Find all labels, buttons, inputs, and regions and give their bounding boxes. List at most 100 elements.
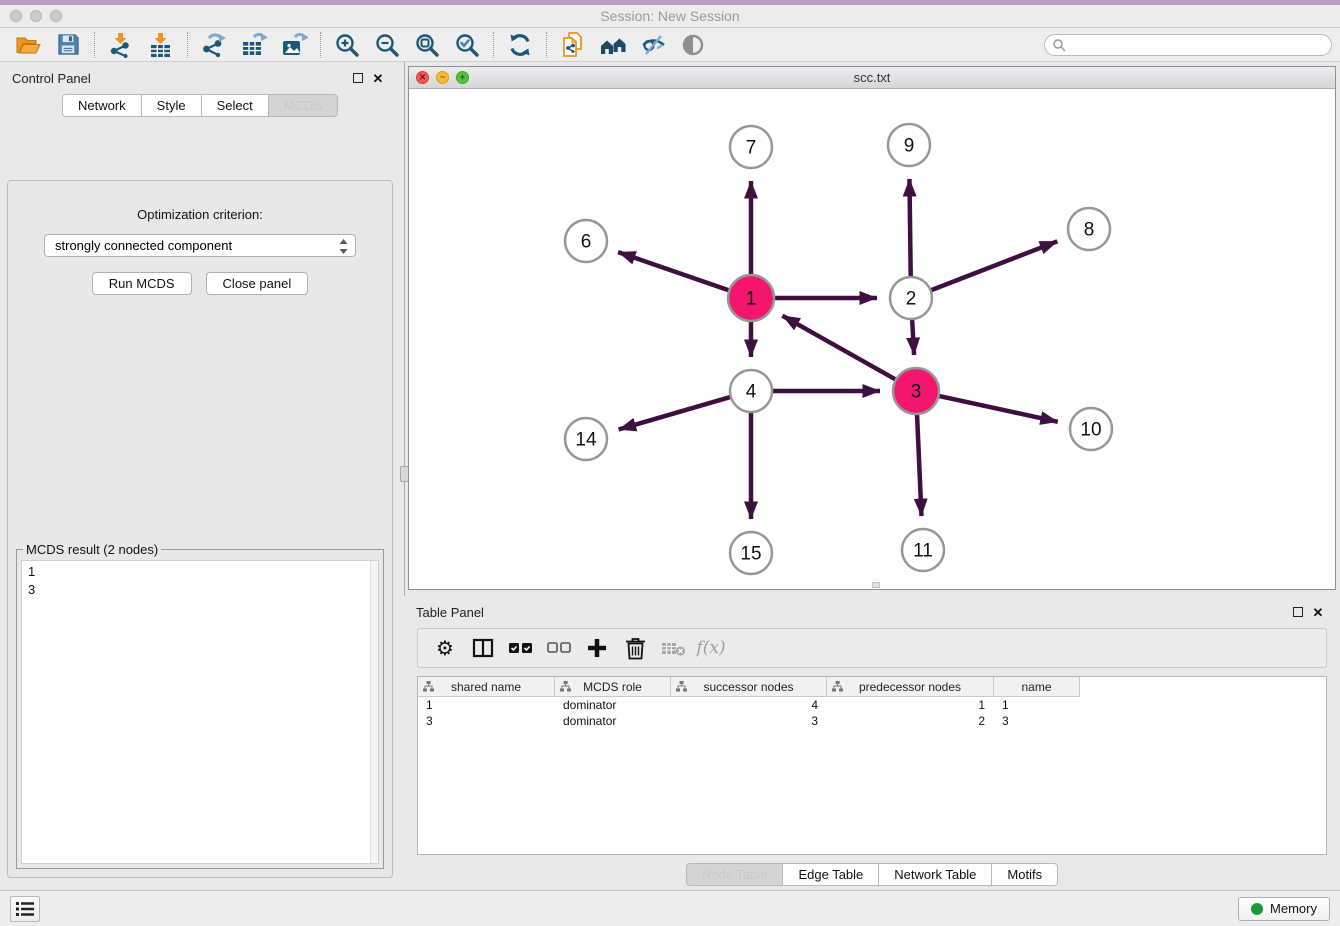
graph-node-label-3: 3: [911, 382, 922, 403]
import-network-button[interactable]: [101, 30, 141, 60]
column-header-shared-name[interactable]: shared name: [418, 677, 555, 696]
graph-node-label-7: 7: [746, 138, 757, 159]
search-input[interactable]: [1066, 38, 1324, 52]
zoom-in-icon: [334, 32, 360, 58]
memory-button[interactable]: Memory: [1238, 897, 1330, 921]
import-table-button[interactable]: [141, 30, 181, 60]
open-folder-icon: [15, 32, 41, 58]
open-session-button[interactable]: [8, 30, 48, 60]
table-settings-button[interactable]: ⚙: [428, 632, 462, 664]
cell-mcds-role[interactable]: dominator: [555, 698, 671, 712]
float-table-panel-button[interactable]: [1288, 603, 1308, 621]
node-table[interactable]: shared name MCDS role successor nodes pr…: [417, 676, 1327, 855]
zoom-out-button[interactable]: [367, 30, 407, 60]
cell-name[interactable]: 1: [994, 698, 1080, 712]
graph-edge-2-8[interactable]: [929, 241, 1058, 291]
gear-icon: ⚙: [436, 638, 454, 658]
mcds-result-text[interactable]: 1 3: [21, 560, 379, 864]
tab-style[interactable]: Style: [141, 94, 201, 117]
tab-network-table[interactable]: Network Table: [878, 863, 991, 886]
column-header-predecessor-nodes[interactable]: predecessor nodes: [827, 677, 994, 696]
refresh-layout-button[interactable]: [500, 30, 540, 60]
export-network-button[interactable]: [194, 30, 234, 60]
graph-edge-3-1[interactable]: [782, 316, 897, 381]
show-graphics-details-button[interactable]: [673, 30, 713, 60]
export-table-button[interactable]: [234, 30, 274, 60]
maximize-view-button[interactable]: +: [456, 71, 469, 84]
zoom-selected-icon: [454, 32, 480, 58]
search-icon: [1052, 38, 1066, 52]
copy-network-button[interactable]: [553, 30, 593, 60]
canvas-resize-handle[interactable]: [872, 582, 880, 588]
table-row[interactable]: 1 dominator 4 1 1: [418, 697, 1326, 713]
graph-node-label-10: 10: [1080, 420, 1101, 441]
show-columns-button[interactable]: [466, 632, 500, 664]
criterion-dropdown[interactable]: strongly connected component: [44, 234, 356, 257]
column-header-name[interactable]: name: [994, 677, 1080, 696]
zoom-fit-button[interactable]: [407, 30, 447, 60]
close-panel-pushbutton[interactable]: Close panel: [206, 272, 309, 295]
network-window-controls: ✕ − +: [416, 71, 469, 84]
run-mcds-button[interactable]: Run MCDS: [92, 272, 192, 295]
export-table-icon: [241, 32, 268, 58]
zoom-selected-button[interactable]: [447, 30, 487, 60]
home-button[interactable]: [593, 30, 633, 60]
export-image-icon: [281, 32, 308, 58]
graph-edge-2-9[interactable]: [909, 179, 910, 279]
graph-node-label-15: 15: [740, 544, 761, 565]
close-panel-button[interactable]: ✕: [368, 69, 388, 87]
graph-edge-1-6[interactable]: [618, 252, 731, 291]
cell-successor-nodes[interactable]: 4: [671, 698, 827, 712]
network-graph[interactable]: 1234678910111415: [409, 89, 1335, 589]
control-panel: Control Panel ✕ Network Style Select MCD…: [0, 62, 400, 890]
close-icon: ✕: [1313, 606, 1324, 619]
cell-successor-nodes[interactable]: 3: [671, 714, 827, 728]
tab-mcds[interactable]: MCDS: [268, 94, 338, 117]
delete-row-button[interactable]: [618, 632, 652, 664]
zoom-fit-icon: [414, 32, 440, 58]
deselect-all-rows-button[interactable]: [542, 632, 576, 664]
scrollbar[interactable]: [370, 561, 378, 863]
cell-predecessor-nodes[interactable]: 1: [827, 698, 994, 712]
graph-node-label-14: 14: [575, 430, 597, 451]
memory-label: Memory: [1270, 901, 1317, 916]
add-row-button[interactable]: [580, 632, 614, 664]
select-all-icon: [509, 641, 533, 655]
delete-table-button[interactable]: [656, 632, 690, 664]
graph-edge-4-14[interactable]: [619, 396, 733, 429]
save-session-button[interactable]: [48, 30, 88, 60]
zoom-in-button[interactable]: [327, 30, 367, 60]
titlebar: Session: New Session: [0, 0, 1340, 28]
cell-shared-name[interactable]: 1: [418, 698, 555, 712]
close-view-button[interactable]: ✕: [416, 71, 429, 84]
tab-network[interactable]: Network: [62, 94, 141, 117]
apply-function-button[interactable]: f(x): [694, 632, 728, 664]
tab-select[interactable]: Select: [201, 94, 268, 117]
export-image-button[interactable]: [274, 30, 314, 60]
select-all-rows-button[interactable]: [504, 632, 538, 664]
close-table-panel-button[interactable]: ✕: [1308, 603, 1328, 621]
search-field[interactable]: [1044, 34, 1332, 56]
cell-predecessor-nodes[interactable]: 2: [827, 714, 994, 728]
cell-name[interactable]: 3: [994, 714, 1080, 728]
graph-edge-2-3[interactable]: [912, 317, 914, 355]
houses-icon: [599, 32, 627, 58]
toolbar-separator: [94, 32, 95, 58]
task-history-button[interactable]: [10, 896, 40, 922]
hide-graphics-details-button[interactable]: [633, 30, 673, 60]
copy-network-icon: [560, 31, 586, 58]
tab-node-table[interactable]: Node Table: [686, 863, 783, 886]
network-canvas[interactable]: 1234678910111415: [409, 89, 1335, 589]
column-header-successor-nodes[interactable]: successor nodes: [671, 677, 827, 696]
table-row[interactable]: 3 dominator 3 2 3: [418, 713, 1326, 729]
graph-edge-3-10[interactable]: [937, 395, 1058, 421]
cell-shared-name[interactable]: 3: [418, 714, 555, 728]
cell-mcds-role[interactable]: dominator: [555, 714, 671, 728]
tab-motifs[interactable]: Motifs: [991, 863, 1058, 886]
float-panel-button[interactable]: [348, 69, 368, 87]
tab-edge-table[interactable]: Edge Table: [782, 863, 878, 886]
graph-edge-3-11[interactable]: [917, 412, 922, 516]
minimize-view-button[interactable]: −: [436, 71, 449, 84]
network-window-titlebar[interactable]: ✕ − + scc.txt: [409, 67, 1335, 89]
column-header-mcds-role[interactable]: MCDS role: [555, 677, 671, 696]
